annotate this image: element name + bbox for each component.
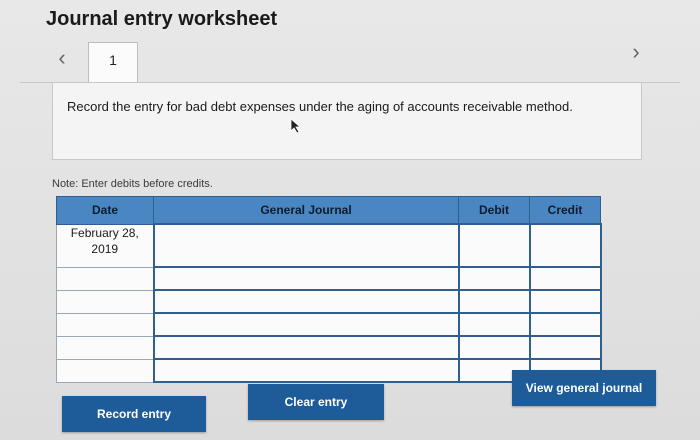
account-input[interactable] [152,223,460,268]
credit-input[interactable] [528,223,602,268]
instruction-text: Record the entry for bad debt expenses u… [67,99,573,114]
debit-input[interactable] [457,289,531,314]
date-cell[interactable] [56,289,154,314]
column-header-debit: Debit [458,196,530,225]
debit-input[interactable] [457,335,531,360]
chevron-left-icon[interactable]: ‹ [52,46,72,70]
credit-input[interactable] [528,312,602,337]
credit-input[interactable] [528,289,602,314]
mouse-cursor-icon [290,118,302,134]
tab-1[interactable]: 1 [88,42,138,83]
account-input[interactable] [152,266,460,291]
date-cell[interactable] [56,335,154,360]
table-row: February 28, 2019 [56,223,602,268]
column-header-general-journal: General Journal [153,196,459,225]
table-row [56,312,602,337]
table-row [56,266,602,291]
date-cell: February 28, 2019 [56,223,154,268]
chevron-right-icon[interactable]: › [626,40,646,64]
date-cell[interactable] [56,358,154,383]
debit-input[interactable] [457,312,531,337]
journal-worksheet-page: Journal entry worksheet ‹ 1 › Record the… [0,0,700,440]
date-cell[interactable] [56,266,154,291]
date-value: February 28, 2019 [70,225,139,256]
view-general-journal-button[interactable]: View general journal [512,370,656,406]
account-input[interactable] [152,289,460,314]
clear-entry-button[interactable]: Clear entry [248,384,384,420]
account-input[interactable] [152,312,460,337]
column-header-credit: Credit [529,196,601,225]
credit-input[interactable] [528,335,602,360]
account-input[interactable] [152,358,460,383]
page-title: Journal entry worksheet [46,8,278,30]
table-header-row: Date General Journal Debit Credit [56,196,601,225]
debit-input[interactable] [457,223,531,268]
account-input[interactable] [152,335,460,360]
table-row [56,335,602,360]
credit-input[interactable] [528,266,602,291]
note-text: Note: Enter debits before credits. [52,178,213,190]
date-cell[interactable] [56,312,154,337]
column-header-date: Date [56,196,154,225]
journal-table: Date General Journal Debit Credit Februa… [56,196,602,383]
debit-input[interactable] [457,266,531,291]
table-row [56,289,602,314]
record-entry-button[interactable]: Record entry [62,396,206,432]
instruction-box: Record the entry for bad debt expenses u… [52,82,642,160]
